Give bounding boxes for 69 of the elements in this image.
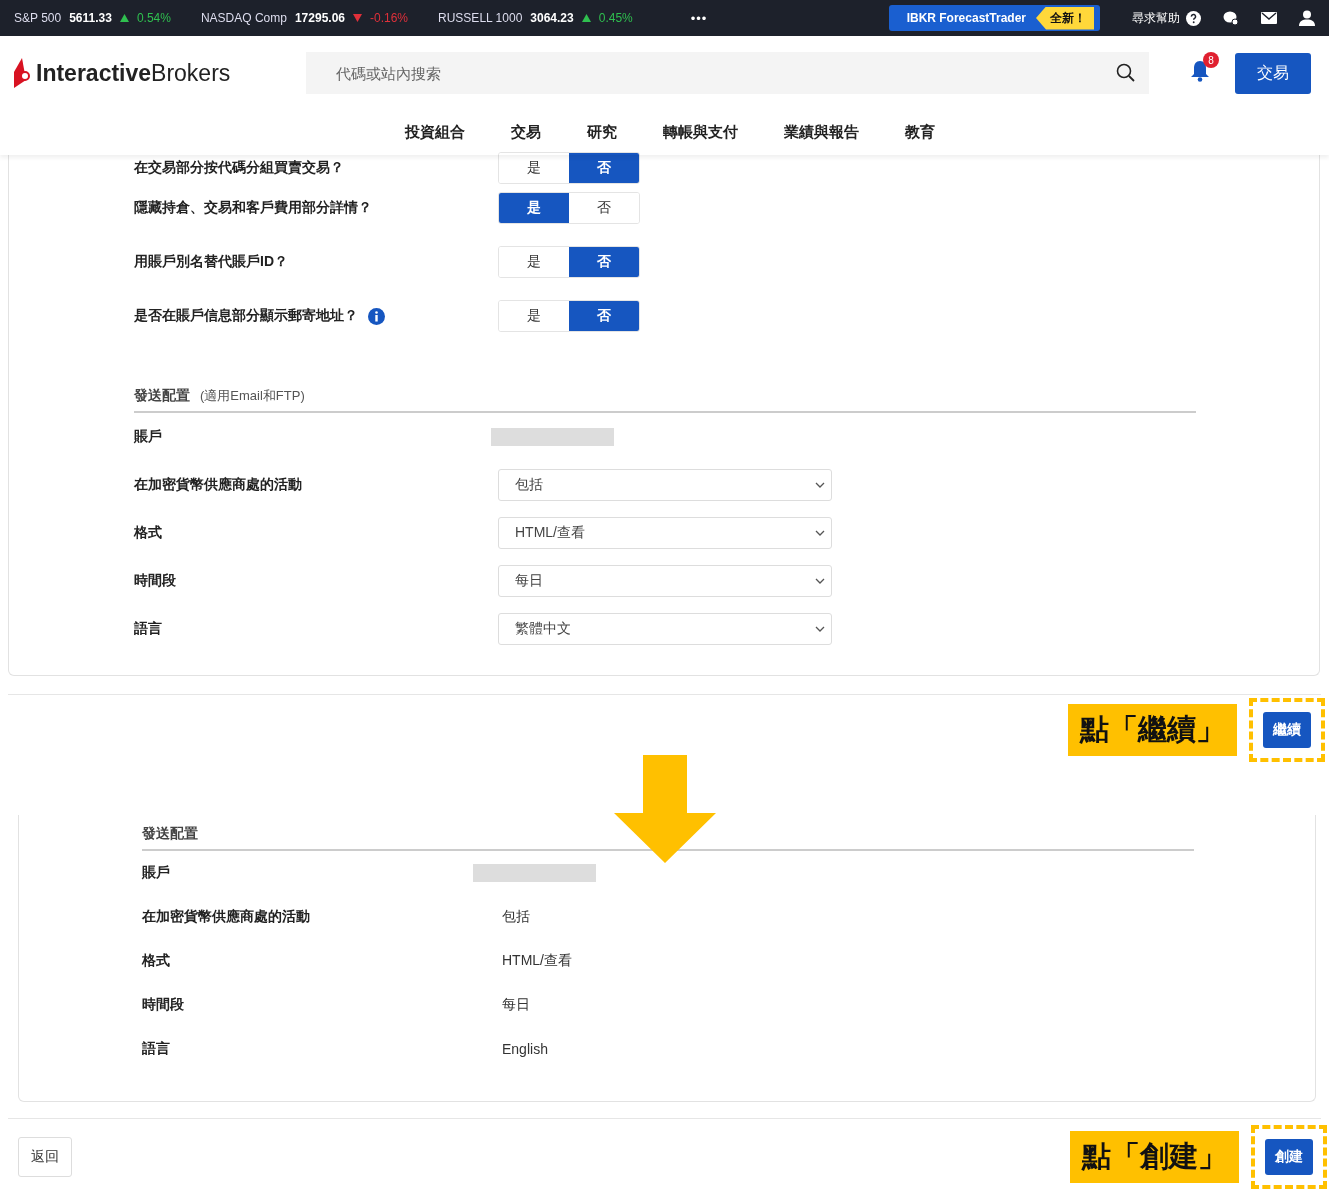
nav-item[interactable]: 投資組合: [404, 123, 465, 142]
toggle-option[interactable]: 否: [569, 301, 639, 331]
index-name: S&P 500: [14, 11, 62, 25]
chevron-down-icon: [815, 578, 825, 584]
chevron-down-icon: [815, 482, 825, 488]
chevron-down-icon: [815, 626, 825, 632]
index-change: 0.45%: [598, 11, 633, 25]
question-label: 是否在賬戶信息部分顯示郵寄地址？: [134, 307, 358, 325]
help-link[interactable]: 尋求幫助: [1132, 9, 1180, 27]
continue-button[interactable]: 繼續: [1263, 712, 1311, 748]
index-name: RUSSELL 1000: [438, 11, 523, 25]
search-field[interactable]: 代碼或站內搜索: [306, 52, 1149, 94]
index-value: 17295.06: [294, 11, 345, 25]
field-label: 語言: [142, 1040, 171, 1058]
index-change: -0.16%: [370, 11, 409, 25]
dropdown[interactable]: 繁體中文: [498, 613, 832, 645]
field-label: 賬戶: [134, 428, 163, 446]
info-icon[interactable]: [368, 307, 385, 325]
field-value: 每日: [502, 996, 530, 1014]
dropdown[interactable]: HTML/查看: [498, 517, 832, 549]
toggle-option[interactable]: 否: [569, 247, 639, 277]
field-label: 在加密貨幣供應商處的活動: [142, 908, 311, 926]
toggle-option[interactable]: 是: [499, 193, 569, 223]
nav-item[interactable]: 轉帳與支付: [662, 123, 738, 142]
new-badge: 全新！: [1036, 6, 1094, 30]
dropdown[interactable]: 包括: [498, 469, 832, 501]
mail-icon[interactable]: [1261, 12, 1277, 24]
instruction-callout: 點「繼續」: [1068, 704, 1237, 756]
search-icon[interactable]: [1116, 63, 1135, 82]
chevron-down-icon: [815, 530, 825, 536]
index-name: NASDAQ Comp: [200, 11, 287, 25]
notification-badge: 8: [1203, 52, 1219, 68]
question-label: 隱藏持倉、交易和客戶費用部分詳情？: [134, 199, 372, 217]
section-title: 發送配置: [142, 825, 198, 843]
chat-icon[interactable]: [1223, 10, 1239, 26]
nav-item[interactable]: 教育: [904, 123, 935, 142]
field-label: 格式: [134, 524, 163, 542]
field-label: 賬戶: [142, 864, 171, 882]
help-icon[interactable]: [1186, 10, 1201, 26]
instruction-callout: 點「創建」: [1070, 1131, 1239, 1183]
question-label: 在交易部分按代碼分組買賣交易？: [134, 159, 344, 177]
field-label: 格式: [142, 952, 171, 970]
field-value: English: [502, 1041, 548, 1057]
index-change: 0.54%: [136, 11, 171, 25]
user-icon[interactable]: [1299, 10, 1315, 26]
trade-button[interactable]: 交易: [1235, 52, 1311, 94]
section-note: (適用Email和FTP): [200, 387, 305, 405]
logo[interactable]: InteractiveBrokers: [36, 59, 231, 87]
field-label: 時間段: [142, 996, 185, 1014]
index-value: 5611.33: [69, 11, 112, 25]
question-label: 用賬戶別名替代賬戶ID？: [134, 253, 288, 271]
promo-button[interactable]: IBKR ForecastTrader 全新！: [888, 5, 1100, 31]
nav-item[interactable]: 研究: [586, 123, 617, 142]
toggle-option[interactable]: 否: [569, 153, 639, 183]
more-button[interactable]: •••: [690, 10, 708, 26]
field-label: 語言: [134, 620, 163, 638]
nav-item[interactable]: 業績與報告: [783, 123, 859, 142]
field-label: 時間段: [134, 572, 177, 590]
index-value: 3064.23: [530, 11, 574, 25]
field-label: 在加密貨幣供應商處的活動: [134, 476, 303, 494]
nav-item[interactable]: 交易: [510, 123, 541, 142]
logo-icon: [14, 58, 32, 88]
create-button[interactable]: 創建: [1265, 1139, 1313, 1175]
field-value: 包括: [502, 908, 530, 926]
field-value: HTML/查看: [502, 952, 572, 970]
section-title: 發送配置: [134, 387, 190, 405]
back-button[interactable]: 返回: [18, 1137, 72, 1177]
down-arrow-icon: [614, 755, 716, 863]
dropdown[interactable]: 每日: [498, 565, 832, 597]
